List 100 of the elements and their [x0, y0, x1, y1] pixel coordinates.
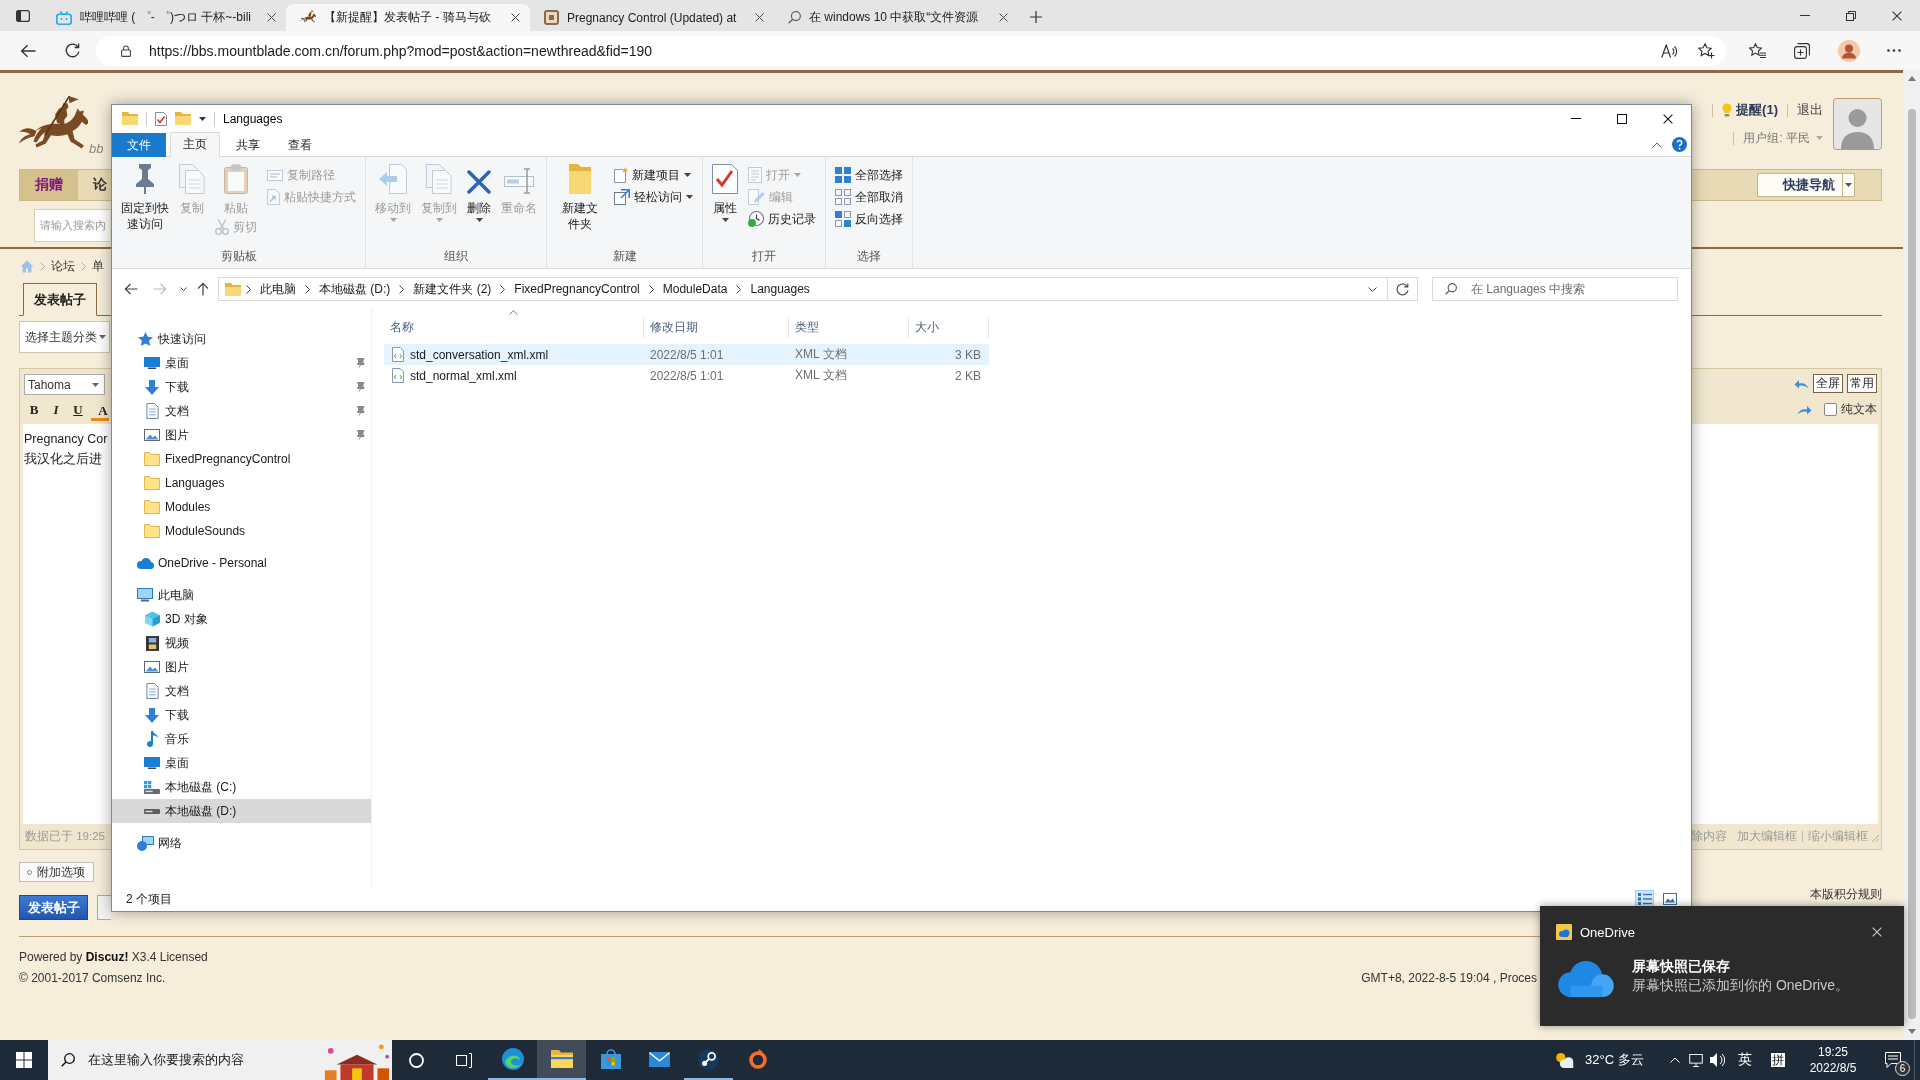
- column-header[interactable]: 名称: [384, 317, 644, 338]
- breadcrumb-item[interactable]: 新建文件夹 (2): [409, 280, 496, 298]
- file-row[interactable]: std_conversation_xml.xml 2022/8/5 1:01 XML 文档 3 KB: [384, 344, 989, 365]
- more-icon[interactable]: [1887, 49, 1901, 52]
- ribbon-button[interactable]: 属性: [708, 160, 742, 222]
- redo-icon[interactable]: [1797, 404, 1812, 415]
- speaker-icon[interactable]: [1709, 1052, 1725, 1068]
- plus-icon[interactable]: [1030, 11, 1042, 23]
- clock[interactable]: 19:25 2022/8/5: [1794, 1040, 1872, 1080]
- close-icon[interactable]: [999, 13, 1008, 22]
- nav-link[interactable]: 论: [78, 170, 109, 200]
- browser-tab[interactable]: 在 windows 10 中获取“文件资源: [774, 4, 1018, 31]
- input-language-indicator[interactable]: 英: [1728, 1040, 1762, 1080]
- close-icon[interactable]: [511, 13, 520, 22]
- restore-icon[interactable]: [1846, 10, 1856, 21]
- search-field[interactable]: 在 Languages 中搜索: [1432, 277, 1678, 301]
- nav-item[interactable]: 文档: [112, 399, 371, 423]
- ribbon-button[interactable]: 固定到快速访问: [117, 160, 173, 232]
- nav-item[interactable]: 图片: [112, 655, 371, 679]
- close-icon[interactable]: [1892, 10, 1902, 21]
- pin-icon[interactable]: [356, 430, 365, 440]
- ribbon-button[interactable]: 历史记录: [744, 208, 820, 230]
- file-row[interactable]: std_normal_xml.xml 2022/8/5 1:01 XML 文档 2 KB: [384, 365, 989, 386]
- breadcrumb-item[interactable]: 本地磁盘 (D:): [315, 280, 395, 298]
- nav-item[interactable]: 桌面: [112, 351, 371, 375]
- submit-button[interactable]: 发表帖子: [19, 895, 88, 920]
- weather-button[interactable]: 32°C 多云: [1548, 1040, 1664, 1080]
- circle-icon[interactable]: [408, 1052, 424, 1068]
- extra-options-button[interactable]: 附加选项: [19, 862, 94, 882]
- read-aloud-icon[interactable]: [1661, 43, 1677, 58]
- nav-item[interactable]: FixedPregnancyControl: [112, 447, 371, 471]
- rules-link[interactable]: 本版积分规则: [1810, 887, 1882, 901]
- ribbon-button[interactable]: 新建文件夹: [552, 160, 608, 232]
- browser-tab[interactable]: 【新提醒】发表帖子 - 骑马与砍: [286, 4, 530, 31]
- nav-item[interactable]: 网络: [112, 831, 371, 855]
- column-header[interactable]: 类型: [789, 317, 909, 338]
- format-button[interactable]: B: [25, 400, 43, 418]
- back-arrow-icon[interactable]: [20, 43, 36, 58]
- editor-field[interactable]: Pregnancy Cor 我汉化之后进: [23, 424, 111, 824]
- star-list-icon[interactable]: [1749, 43, 1766, 58]
- user-link[interactable]: 提醒(1): [1736, 101, 1778, 119]
- refresh-icon[interactable]: [65, 43, 80, 58]
- breadcrumb-item[interactable]: FixedPregnancyControl: [510, 282, 644, 296]
- nav-item[interactable]: 图片: [112, 423, 371, 447]
- nav-item[interactable]: 文档: [112, 679, 371, 703]
- plain-text-checkbox[interactable]: [1824, 403, 1837, 416]
- format-button[interactable]: U: [69, 400, 87, 418]
- tab-actions-icon[interactable]: [16, 10, 30, 22]
- network-icon[interactable]: [1689, 1053, 1703, 1067]
- star-plus-icon[interactable]: [1698, 42, 1715, 59]
- ribbon-tab[interactable]: 主页: [170, 132, 220, 157]
- refresh-button[interactable]: [1388, 277, 1418, 301]
- ribbon-button[interactable]: 新建项目: [610, 164, 697, 186]
- pin-icon[interactable]: [356, 358, 365, 368]
- nav-item[interactable]: OneDrive - Personal: [112, 551, 371, 575]
- nav-item[interactable]: 音乐: [112, 727, 371, 751]
- user-link[interactable]: 退出: [1797, 101, 1823, 119]
- taskbar-app-button[interactable]: [537, 1040, 586, 1080]
- nav-item[interactable]: 此电脑: [112, 583, 371, 607]
- nav-item[interactable]: 3D 对象: [112, 607, 371, 631]
- format-button[interactable]: I: [47, 400, 65, 418]
- maximize-icon[interactable]: [1617, 113, 1627, 124]
- ribbon-button[interactable]: 反向选择: [831, 208, 907, 230]
- ribbon-tab[interactable]: 共享: [224, 133, 272, 157]
- nav-item[interactable]: 桌面: [112, 751, 371, 775]
- task-view-icon[interactable]: [456, 1052, 472, 1068]
- scroll-down-icon[interactable]: [1907, 1029, 1916, 1034]
- column-header[interactable]: 修改日期: [644, 317, 789, 338]
- nav-item[interactable]: 本地磁盘 (C:): [112, 775, 371, 799]
- editor-mode-button[interactable]: 常用: [1847, 374, 1877, 393]
- ribbon-tab[interactable]: 查看: [276, 133, 324, 157]
- pin-icon[interactable]: [356, 382, 365, 392]
- nav-item[interactable]: 视频: [112, 631, 371, 655]
- ribbon-button[interactable]: 全部取消: [831, 186, 907, 208]
- nav-item[interactable]: Modules: [112, 495, 371, 519]
- font-select[interactable]: Tahoma: [24, 374, 105, 395]
- avatar[interactable]: [1838, 39, 1860, 62]
- post-tab[interactable]: 发表帖子: [23, 283, 97, 316]
- sort-caret-icon[interactable]: [509, 310, 518, 315]
- breadcrumb-link[interactable]: 单: [92, 257, 104, 275]
- undo-icon[interactable]: [1794, 378, 1809, 389]
- scroll-up-icon[interactable]: [1907, 76, 1916, 81]
- category-select[interactable]: 选择主题分类: [19, 321, 110, 353]
- breadcrumb-item[interactable]: 此电脑: [256, 280, 300, 298]
- address-bar[interactable]: https://bbs.mountblade.com.cn/forum.php?mod=post&action=newthread&fid=190: [96, 35, 1726, 66]
- editor-field[interactable]: [1692, 424, 1878, 824]
- address-field[interactable]: 此电脑 本地磁盘 (D:) 新建文件夹 (2) FixedPregnancyControl ModuleData Languages: [218, 277, 1388, 301]
- column-header[interactable]: 大小: [909, 317, 989, 338]
- nav-item[interactable]: 下载: [112, 703, 371, 727]
- search-field[interactable]: 在这里输入你要搜索的内容: [48, 1040, 392, 1080]
- quick-nav-button[interactable]: 快捷导航: [1757, 173, 1855, 197]
- caret-icon[interactable]: [199, 116, 206, 121]
- nav-item[interactable]: 下载: [112, 375, 371, 399]
- breadcrumb-link[interactable]: 论坛: [51, 257, 75, 275]
- breadcrumb-item[interactable]: Languages: [746, 282, 814, 296]
- notification-button[interactable]: 6: [1872, 1040, 1914, 1080]
- user-group-link[interactable]: 用户组: 平民: [1743, 129, 1810, 147]
- format-button[interactable]: A: [91, 400, 109, 421]
- nav-link[interactable]: 捐赠: [20, 170, 78, 200]
- ribbon-tab[interactable]: 文件: [112, 133, 166, 157]
